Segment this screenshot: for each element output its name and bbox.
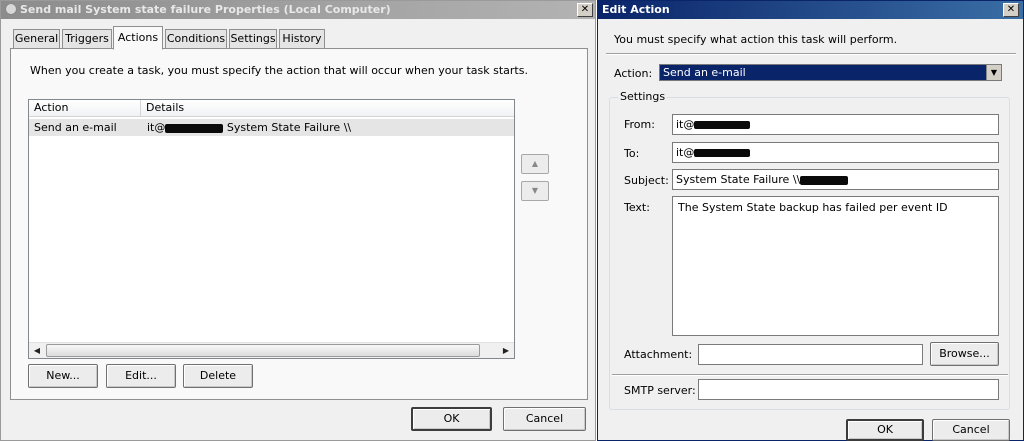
edit-action-dialog: Edit Action ✕ You must specify what acti… xyxy=(597,0,1024,441)
properties-titlebar[interactable]: Send mail System state failure Propertie… xyxy=(1,1,595,19)
actions-intro-text: When you create a task, you must specify… xyxy=(30,64,528,77)
properties-title: Send mail System state failure Propertie… xyxy=(20,3,391,16)
action-dropdown[interactable]: Send an e-mail ▼ xyxy=(659,64,1002,81)
move-up-button[interactable]: ▲ xyxy=(521,154,549,174)
settings-legend: Settings xyxy=(618,90,668,103)
to-field[interactable]: it@ xyxy=(672,142,999,163)
horizontal-scrollbar[interactable]: ◀ ▶ xyxy=(29,342,514,358)
row-details-cell: it@ System State Failure \\ xyxy=(147,119,351,136)
edit-action-titlebar[interactable]: Edit Action xyxy=(598,1,1023,19)
edit-action-close-button[interactable]: ✕ xyxy=(1003,3,1019,17)
tab-general[interactable]: General xyxy=(13,29,60,49)
from-label: From: xyxy=(624,118,655,131)
attachment-field[interactable] xyxy=(698,344,923,365)
edit-action-title: Edit Action xyxy=(602,3,670,16)
tab-triggers[interactable]: Triggers xyxy=(62,29,112,49)
instruction-separator xyxy=(606,53,1016,55)
redacted-block xyxy=(800,175,849,185)
delete-action-button[interactable]: Delete xyxy=(183,364,253,388)
smtp-server-label: SMTP server: xyxy=(624,384,696,397)
properties-window: Send mail System state failure Propertie… xyxy=(0,0,596,441)
new-action-button[interactable]: New... xyxy=(28,364,98,388)
tab-history[interactable]: History xyxy=(279,29,325,49)
from-field-value: it@ xyxy=(676,118,695,131)
redacted-block xyxy=(694,149,751,157)
edit-action-instruction: You must specify what action this task w… xyxy=(614,33,898,46)
subject-field-value: System State Failure \\ xyxy=(676,173,801,186)
row-details-prefix: it@ xyxy=(147,121,166,134)
move-down-button[interactable]: ▼ xyxy=(521,181,549,201)
column-header-action[interactable]: Action xyxy=(29,100,141,117)
redacted-block xyxy=(694,121,751,129)
to-label: To: xyxy=(624,147,640,160)
edit-cancel-button[interactable]: Cancel xyxy=(932,419,1010,441)
ok-button[interactable]: OK xyxy=(411,407,492,431)
action-dropdown-value: Send an e-mail xyxy=(663,66,746,79)
tab-settings[interactable]: Settings xyxy=(229,29,277,49)
attachment-label: Attachment: xyxy=(624,348,693,361)
text-label: Text: xyxy=(624,201,650,214)
browse-button[interactable]: Browse... xyxy=(930,342,999,366)
smtp-separator xyxy=(612,374,1008,376)
row-action-cell: Send an e-mail xyxy=(34,121,117,134)
scrollbar-thumb[interactable] xyxy=(46,344,480,357)
actions-tab-panel: When you create a task, you must specify… xyxy=(10,48,588,400)
cancel-button[interactable]: Cancel xyxy=(503,407,586,431)
text-body-field[interactable]: The System State backup has failed per e… xyxy=(672,196,999,336)
tab-actions[interactable]: Actions xyxy=(113,26,163,50)
edit-ok-button[interactable]: OK xyxy=(846,419,924,441)
scroll-left-icon[interactable]: ◀ xyxy=(29,343,45,358)
row-details-suffix: System State Failure \\ xyxy=(223,121,352,134)
subject-label: Subject: xyxy=(624,174,669,187)
smtp-server-field[interactable] xyxy=(698,379,999,400)
tab-conditions[interactable]: Conditions xyxy=(165,29,227,49)
action-label: Action: xyxy=(614,67,653,80)
column-header-details[interactable]: Details xyxy=(141,100,514,117)
from-field[interactable]: it@ xyxy=(672,114,999,135)
actions-list[interactable]: Action Details Send an e-mail it@ System… xyxy=(28,99,515,359)
scroll-right-icon[interactable]: ▶ xyxy=(498,343,514,358)
table-row[interactable]: Send an e-mail it@ System State Failure … xyxy=(29,119,514,136)
task-scheduler-icon xyxy=(5,3,17,15)
text-body-value: The System State backup has failed per e… xyxy=(678,201,948,214)
redacted-block xyxy=(165,123,224,133)
to-field-value: it@ xyxy=(676,146,695,159)
subject-field[interactable]: System State Failure \\ xyxy=(672,169,999,190)
properties-close-button[interactable]: ✕ xyxy=(577,3,593,17)
edit-action-button[interactable]: Edit... xyxy=(106,364,176,388)
chevron-down-icon[interactable]: ▼ xyxy=(986,65,1001,80)
